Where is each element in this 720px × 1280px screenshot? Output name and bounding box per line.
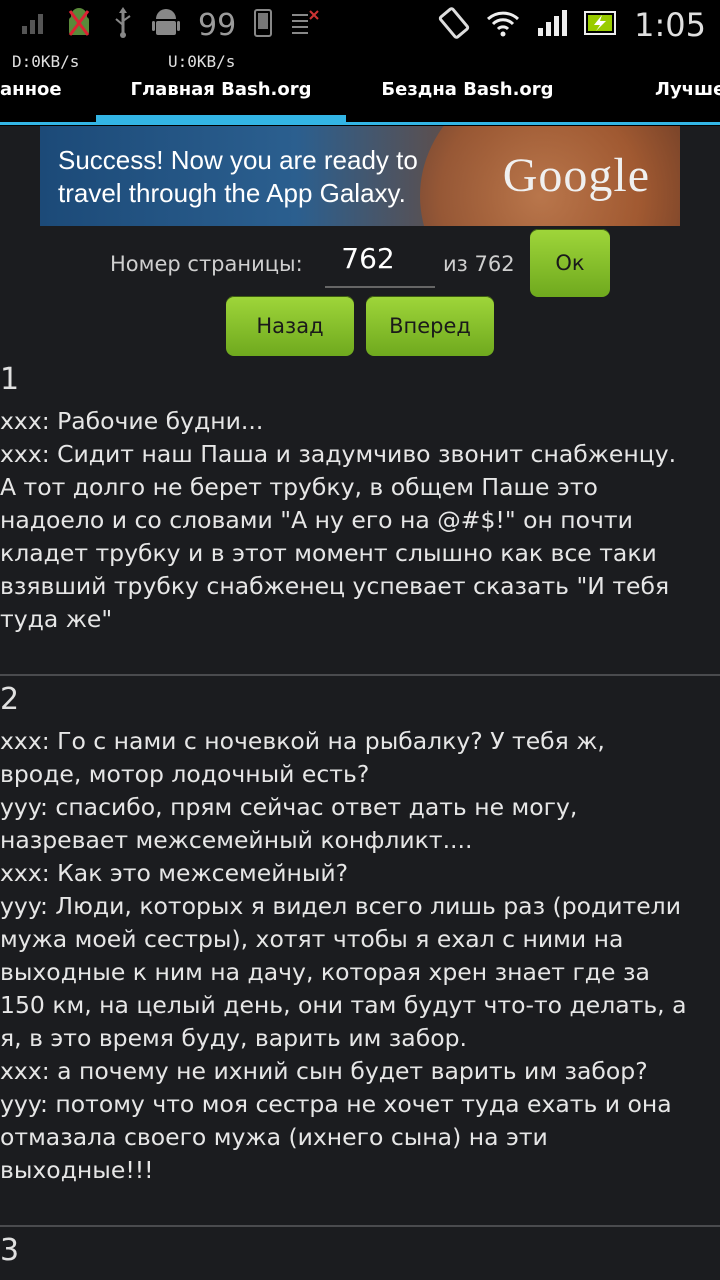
ad-banner[interactable]: Success! Now you are ready to travel thr… bbox=[40, 126, 680, 226]
quote-item[interactable]: 1 xxx: Рабочие будни... xxx: Сидит наш П… bbox=[0, 362, 720, 636]
download-speed: D:0KB/s bbox=[12, 52, 80, 71]
ad-line-2: travel through the App Galaxy. bbox=[58, 178, 406, 208]
usb-icon bbox=[112, 7, 134, 43]
tab-strip: анное Главная Bash.org Бездна Bash.org Л… bbox=[0, 76, 720, 126]
network-off-icon bbox=[290, 9, 320, 41]
active-tab-indicator bbox=[96, 115, 346, 123]
page-number-input[interactable]: 762 bbox=[325, 240, 435, 288]
rotate-lock-icon bbox=[438, 7, 470, 43]
status-bar: 99 1:05 bbox=[0, 0, 720, 50]
ad-brand-logo: Google bbox=[502, 149, 650, 202]
signal-icon bbox=[20, 10, 46, 40]
tab-best[interactable]: Лучше bbox=[655, 76, 720, 124]
phone-icon bbox=[254, 9, 273, 41]
clock: 1:05 bbox=[634, 6, 706, 44]
page-total-label: из 762 bbox=[443, 252, 515, 276]
ok-button[interactable]: Ок bbox=[530, 229, 610, 297]
quote-divider bbox=[0, 674, 720, 676]
android-bug-icon bbox=[64, 7, 94, 43]
ad-line-1: Success! Now you are ready to bbox=[58, 145, 418, 175]
network-speed-row: D:0KB/s U:0KB/s bbox=[0, 50, 720, 76]
forward-button[interactable]: Вперед bbox=[366, 296, 494, 356]
notification-count: 99 bbox=[198, 7, 237, 43]
quote-number: 3 bbox=[0, 1233, 20, 1268]
wifi-icon bbox=[486, 9, 520, 41]
tab-bash-abyss[interactable]: Бездна Bash.org bbox=[360, 76, 575, 124]
tab-favorites[interactable]: анное bbox=[0, 76, 62, 124]
quote-divider bbox=[0, 1225, 720, 1227]
android-icon bbox=[152, 7, 180, 43]
quote-item[interactable]: 2 xxx: Го с нами с ночевкой на рыбалку? … bbox=[0, 682, 720, 1187]
back-button[interactable]: Назад bbox=[226, 296, 354, 356]
quote-text: xxx: Го с нами с ночевкой на рыбалку? У … bbox=[0, 727, 687, 1184]
quote-text: xxx: Рабочие будни... xxx: Сидит наш Паш… bbox=[0, 407, 677, 633]
quote-number: 2 bbox=[0, 682, 20, 717]
battery-charging-icon bbox=[584, 9, 618, 41]
upload-speed: U:0KB/s bbox=[168, 52, 236, 71]
ad-text: Success! Now you are ready to travel thr… bbox=[58, 144, 418, 210]
quote-number: 1 bbox=[0, 362, 20, 397]
cell-signal-icon bbox=[536, 8, 568, 42]
page-number-label: Номер страницы: bbox=[110, 252, 303, 276]
quote-item[interactable]: 3 bbox=[0, 1233, 720, 1268]
page-number-value: 762 bbox=[341, 242, 395, 275]
